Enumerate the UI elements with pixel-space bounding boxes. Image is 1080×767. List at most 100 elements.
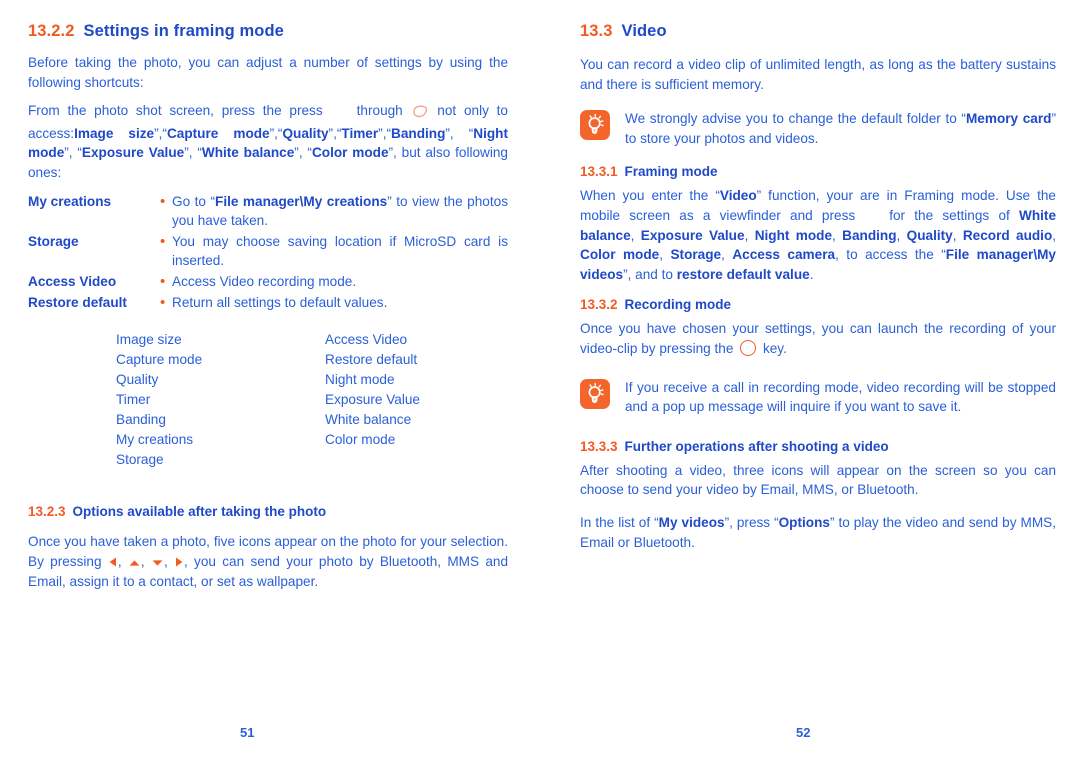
arrow-left-icon <box>109 553 117 573</box>
settings-item: Banding <box>116 412 166 428</box>
q3: ”,“ <box>328 125 342 141</box>
section-heading-13-2-3: 13.2.3 Options available after taking the… <box>28 504 508 519</box>
section-number: 13.2.3 <box>28 504 66 520</box>
framing-b4: Night mode <box>754 227 833 243</box>
c5: , <box>952 227 963 243</box>
further-paragraph-2: In the list of “My videos”, press “Optio… <box>580 513 1056 552</box>
framing-b9: Storage <box>670 247 722 263</box>
page-left: 13.2.2 Settings in framing mode Before ta… <box>0 0 540 767</box>
intro-line-2b: through <box>356 103 403 119</box>
intro-paragraph-2: From the photo shot screen, press the pr… <box>28 101 508 182</box>
c2: , <box>744 227 755 243</box>
tip-text: If you receive a call in recording mode,… <box>625 379 1056 415</box>
settings-item: White balance <box>325 412 412 428</box>
section-title: Options available after taking the photo <box>72 504 327 520</box>
opt-color-mode: Color mode <box>311 145 389 161</box>
framing-b3: Exposure Value <box>640 227 745 243</box>
section-title: Further operations after shooting a vide… <box>624 438 889 454</box>
section-title: Settings in framing mode <box>83 22 284 40</box>
tip-bold: Memory card <box>965 111 1052 127</box>
tip-box-memory-card: We strongly advise you to change the def… <box>580 109 1056 148</box>
comma1: , <box>117 553 128 569</box>
c1: , <box>630 227 641 243</box>
circle-key-icon <box>740 339 757 356</box>
intro-line-1: Before taking the photo, you can adjust … <box>28 55 508 90</box>
settings-item: Restore default <box>325 352 418 368</box>
framing-t3: for the settings of <box>889 207 1019 223</box>
opt-image-size: Image size <box>74 125 155 141</box>
manual-page-spread: 13.2.2 Settings in framing mode Before ta… <box>0 0 1080 767</box>
settings-item: Storage <box>116 452 164 468</box>
bullet-icon: • <box>160 232 166 250</box>
framing-paragraph: When you enter the “Video” function, you… <box>580 186 1056 284</box>
recording-paragraph: Once you have chosen your settings, you … <box>580 319 1056 358</box>
tip-box-incoming-call: If you receive a call in recording mode,… <box>580 378 1056 417</box>
tip-pre: We strongly advise you to change the def… <box>625 111 966 127</box>
tip-text: We strongly advise you to change the def… <box>625 109 1056 148</box>
page-number-left: 51 <box>240 725 255 740</box>
settings-item: Quality <box>116 372 159 388</box>
bullet-icon: • <box>160 293 166 311</box>
section-number: 13.3.3 <box>580 438 618 454</box>
q1: ”,“ <box>154 125 167 141</box>
desc-pre: Go to “ <box>172 193 216 209</box>
settings-item: Timer <box>116 392 151 408</box>
further-p2a: In the list of “ <box>580 514 659 530</box>
q8: ”, “ <box>294 145 312 161</box>
comma2: , <box>140 553 151 569</box>
opt-quality: Quality <box>282 125 329 141</box>
q5: ”, “ <box>445 125 474 141</box>
definition-term: My creations <box>28 193 112 209</box>
definition-term: Access Video <box>28 273 117 289</box>
lightbulb-tip-icon <box>580 110 610 141</box>
section-heading-13-2-2: 13.2.2 Settings in framing mode <box>28 22 508 41</box>
definition-row-my-creations: My creations • Go to “File manager\My cr… <box>28 192 508 231</box>
definition-term: Restore default <box>28 294 127 310</box>
section-title: Recording mode <box>624 297 732 313</box>
q6: ”, “ <box>64 145 82 161</box>
settings-item: Night mode <box>325 372 395 388</box>
settings-item: Image size <box>116 332 182 348</box>
framing-t5: , to access the “ <box>835 247 946 263</box>
opt-banding: Banding <box>391 125 446 141</box>
c7: , <box>659 247 671 263</box>
settings-item: My creations <box>116 432 194 448</box>
definition-row-restore-default: Restore default • Return all settings to… <box>28 293 508 313</box>
framing-b1: Video <box>719 188 757 204</box>
further-p2b: ”, press “ <box>724 514 779 530</box>
framing-b12: restore default value <box>676 266 810 282</box>
opt-exposure-value: Exposure Value <box>81 145 185 161</box>
options-paragraph: Once you have taken a photo, five icons … <box>28 532 508 592</box>
settings-definition-list: My creations • Go to “File manager\My cr… <box>28 192 508 313</box>
framing-b8: Color mode <box>580 247 660 263</box>
further-b1: My videos <box>658 514 725 530</box>
recording-t1: Once you have chosen your settings, you … <box>580 321 1056 356</box>
options-key-blob-icon <box>412 104 428 124</box>
video-intro-paragraph: You can record a video clip of unlimited… <box>580 57 1056 92</box>
q2: ”,“ <box>269 125 283 141</box>
section-number: 13.3 <box>580 22 613 40</box>
section-heading-13-3-3: 13.3.3 Further operations after shooting … <box>580 439 1056 454</box>
settings-item: Capture mode <box>116 352 203 368</box>
framing-t1: When you enter the “ <box>580 188 720 204</box>
c8: , <box>721 247 733 263</box>
c4: , <box>896 227 907 243</box>
further-b2: Options <box>778 514 830 530</box>
framing-b10: Access camera <box>732 247 836 263</box>
framing-b7: Record audio <box>962 227 1053 243</box>
settings-column-left: Image size Capture mode Quality Timer Ba… <box>28 330 303 470</box>
q9: ”, <box>388 145 402 161</box>
section-title: Framing mode <box>624 164 718 180</box>
page-right: 13.3 Video You can record a video clip of… <box>540 0 1080 767</box>
comma3: , <box>163 553 174 569</box>
section-title: Video <box>621 22 667 40</box>
intro-paragraph-1: Before taking the photo, you can adjust … <box>28 53 508 92</box>
framing-b6: Quality <box>906 227 953 243</box>
section-number: 13.3.2 <box>580 297 618 313</box>
framing-b5: Banding <box>842 227 897 243</box>
section-heading-13-3-1: 13.3.1 Framing mode <box>580 164 1056 179</box>
definition-row-storage: Storage • You may choose saving location… <box>28 232 508 271</box>
lightbulb-tip-icon <box>580 378 610 409</box>
definition-description: Go to “File manager\My creations” to vie… <box>172 192 508 231</box>
definition-description: Access Video recording mode. <box>172 273 357 289</box>
